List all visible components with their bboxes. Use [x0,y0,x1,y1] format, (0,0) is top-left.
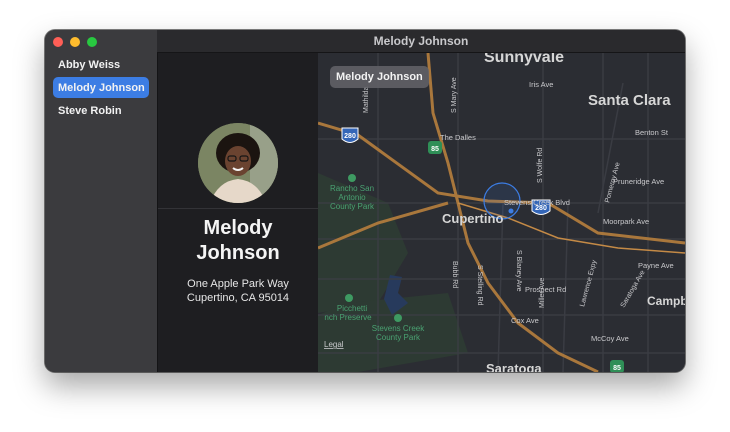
map-pin-text: Melody Johnson [336,71,423,83]
sidebar-item-label: Steve Robin [58,104,122,117]
app-window: Abby Weiss Melody Johnson Steve Robin Me… [45,30,685,372]
city-label-santa-clara: Santa Clara [588,92,671,109]
street-label: S Mary Ave [451,77,458,113]
map-pin-label[interactable]: Melody Johnson [330,66,429,88]
sidebar-item-steve-robin[interactable]: Steve Robin [53,100,149,121]
park-label: Rancho San [330,184,374,193]
city-label-campbell: Campb [647,294,685,308]
interstate-label: 280 [344,133,356,140]
close-button[interactable] [53,37,63,47]
street-label: Payne Ave [638,261,674,270]
sidebar-item-label: Abby Weiss [58,58,121,71]
street-label: S Blaney Ave [515,250,522,292]
zoom-button[interactable] [87,37,97,47]
street-label: Stevens Creek Blvd [504,198,570,207]
park-label: Antonio [338,193,366,202]
contact-first-name: Melody [203,217,273,239]
state-route-label: 85 [431,146,439,153]
city-label-cupertino: Cupertino [442,211,503,226]
window-controls [53,37,97,47]
park-label: County Park [330,202,375,211]
street-label: Bubb Rd [451,261,458,288]
address-line-1: One Apple Park Way [187,278,289,290]
street-label: McCoy Ave [591,334,629,343]
street-label: Benton St [635,128,669,137]
city-label-saratoga: Saratoga [486,361,542,372]
map-view[interactable]: 280 280 85 85 Sunnyvale Santa Clara Cupe… [318,53,685,372]
interstate-280-shield-a: 280 [341,127,359,143]
street-label: Mathilda [363,86,370,113]
street-label: S Wolfe Rd [537,148,544,183]
sidebar-item-abby-weiss[interactable]: Abby Weiss [53,54,149,75]
sidebar-item-melody-johnson[interactable]: Melody Johnson [53,77,149,98]
street-label: Pruneridge Ave [613,177,664,186]
park-pin-icon [348,174,356,182]
park-pin-icon [394,314,402,322]
legal-link[interactable]: Legal [324,340,344,349]
park-label: Picchetti [337,304,367,313]
street-label: Iris Ave [529,80,553,89]
avatar [198,123,278,203]
contact-name: Melody Johnson [158,216,318,266]
window-title: Melody Johnson [373,34,469,48]
street-label: S Stelling Rd [476,265,483,306]
minimize-button[interactable] [70,37,80,47]
sidebar: Abby Weiss Melody Johnson Steve Robin [45,30,158,372]
state-route-label: 85 [613,365,621,372]
park-label: Stevens Creek [372,324,425,333]
park-pin-icon [345,294,353,302]
park-label: nch Preserve [324,313,372,322]
city-label-sunnyvale: Sunnyvale [484,53,564,66]
location-dot [508,208,514,214]
state-85-shield-a: 85 [428,141,442,154]
park-label: County Park [376,333,421,342]
state-85-shield-b: 85 [610,360,624,372]
street-label: Moorpark Ave [603,217,649,226]
title-bar: Melody Johnson [157,30,685,53]
contact-last-name: Johnson [196,242,280,264]
contact-address: One Apple Park Way Cupertino, CA 95014 [158,277,318,305]
street-label: Lawrence Expy [579,259,598,308]
divider [158,208,318,209]
address-line-2: Cupertino, CA 95014 [186,292,290,304]
street-label: Miller Ave [539,278,546,308]
contact-detail: Melody Johnson One Apple Park Way Cupert… [158,53,318,372]
street-label: Saratoga Ave [620,269,647,309]
people-list: Abby Weiss Melody Johnson Steve Robin [53,54,149,123]
street-label: Cox Ave [511,316,539,325]
street-label: The Dalles [440,133,476,142]
sidebar-item-label: Melody Johnson [58,81,145,94]
